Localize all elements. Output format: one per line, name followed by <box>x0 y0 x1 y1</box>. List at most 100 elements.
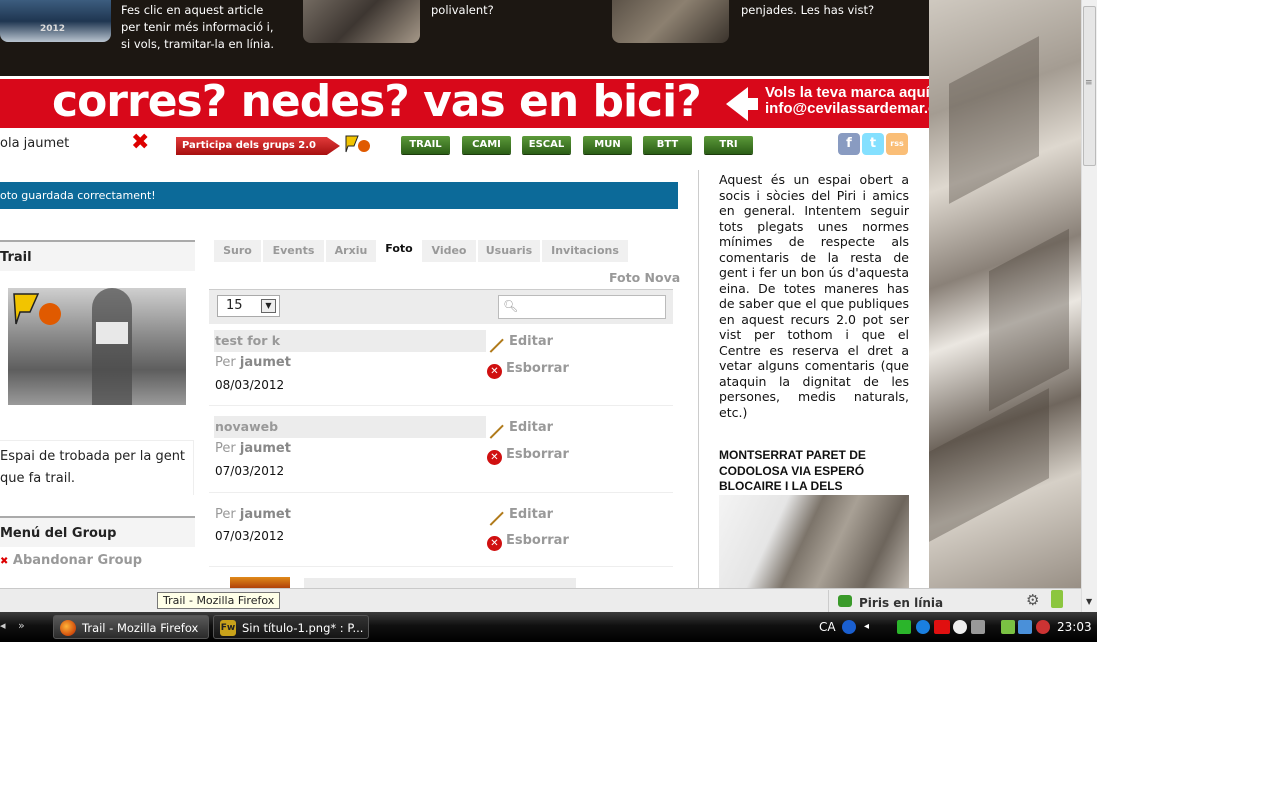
promo-image-middle[interactable] <box>303 0 420 43</box>
group-description: Espai de trobada per la gent que fa trai… <box>0 440 194 495</box>
remove-icon: ✖ <box>0 556 9 567</box>
article-image[interactable] <box>719 495 909 588</box>
firefox-icon <box>60 620 76 636</box>
page-background-image <box>929 0 1081 588</box>
taskbar-button-fireworks[interactable]: Fw Sin título-1.png* : P... <box>213 615 369 639</box>
rss-icon[interactable]: rss <box>886 133 908 155</box>
people-icon <box>838 595 852 607</box>
twitter-icon[interactable]: t <box>862 133 884 155</box>
search-input[interactable]: 🔍︎ <box>498 295 666 319</box>
photo-toolbar: 15 ▼ 🔍︎ <box>209 289 673 324</box>
photo-date: 07/03/2012 <box>215 464 285 478</box>
photo-author: Per jaumet <box>215 507 291 522</box>
window-tooltip: Trail - Mozilla Firefox <box>157 592 281 609</box>
security-icon[interactable] <box>897 620 911 634</box>
photo-title[interactable]: novaweb <box>214 416 486 438</box>
volume-muted-icon[interactable] <box>1036 620 1050 634</box>
language-indicator[interactable]: CA <box>819 612 836 642</box>
photo-date: 08/03/2012 <box>215 378 285 392</box>
ad-banner[interactable]: corres? nedes? vas en bici? Vols la teva… <box>0 76 929 128</box>
list-item <box>209 576 673 588</box>
gear-icon[interactable]: ⚙ <box>1026 591 1039 609</box>
promo-image-left[interactable]: 2012 <box>0 0 111 42</box>
group-button-cami[interactable]: CAMI <box>462 136 511 154</box>
group-nav: ola jaumet ✖ Participa dels grups 2.0 TR… <box>0 128 929 162</box>
messenger-icon[interactable] <box>953 620 967 634</box>
clock[interactable]: 23:03 <box>1057 612 1092 642</box>
tab-video[interactable]: Video <box>422 240 476 262</box>
search-icon: 🔍︎ <box>503 299 519 313</box>
piri-logo-icon <box>345 135 370 153</box>
promo-article-text[interactable]: Fes clic en aquest article per tenir més… <box>121 2 274 53</box>
photo-author: Per jaumet <box>215 355 291 370</box>
success-message: oto guardada correctament! <box>0 182 678 209</box>
system-tray: CA ◂ 23:03 <box>800 612 1097 642</box>
new-photo-link[interactable]: Foto Nova <box>609 270 680 285</box>
tray-arrow-icon[interactable]: ◂ <box>864 620 878 634</box>
delete-icon: ✕ <box>487 364 502 379</box>
chat-online-panel[interactable]: Piris en línia <box>828 590 1014 612</box>
group-name: Trail <box>0 240 195 271</box>
network-icon[interactable] <box>1018 620 1032 634</box>
web-page: 2012 Fes clic en aquest article per teni… <box>0 0 929 588</box>
photo-title[interactable]: test for k <box>214 330 486 352</box>
leave-group-link[interactable]: ✖ Abandonar Group <box>0 553 142 568</box>
photo-author: Per jaumet <box>215 441 291 456</box>
per-page-select[interactable]: 15 ▼ <box>217 295 280 317</box>
group-button-escal[interactable]: ESCAL <box>522 136 571 154</box>
facebook-icon[interactable]: f <box>838 133 860 155</box>
chevron-down-icon: ▼ <box>261 299 276 313</box>
vertical-scrollbar[interactable]: ≡ ▼ <box>1081 0 1097 612</box>
pencil-icon <box>488 510 504 526</box>
delete-button[interactable]: ✕ Esborrar <box>487 533 569 551</box>
scroll-down-icon[interactable]: ▼ <box>1086 597 1092 606</box>
banner-slogan: corres? nedes? vas en bici? <box>52 76 702 127</box>
promo-right-text[interactable]: penjades. Les has vist? <box>741 2 874 19</box>
delete-icon: ✕ <box>487 536 502 551</box>
participa-button[interactable]: Participa dels grups 2.0 <box>176 137 340 155</box>
logout-x-icon[interactable]: ✖ <box>131 130 149 155</box>
printer-icon[interactable] <box>971 620 985 634</box>
usb-icon[interactable] <box>1001 620 1015 634</box>
list-item: test for k Per jaumet 08/03/2012 Editar … <box>209 330 673 406</box>
taskbar-button-firefox[interactable]: Trail - Mozilla Firefox <box>53 615 209 639</box>
tab-invitacions[interactable]: Invitacions <box>542 240 628 262</box>
delete-button[interactable]: ✕ Esborrar <box>487 361 569 379</box>
list-item: Per jaumet 07/03/2012 Editar ✕ Esborrar <box>209 503 673 569</box>
group-button-btt[interactable]: BTT <box>643 136 692 154</box>
expand-icon[interactable]: » <box>18 619 25 632</box>
group-button-tri[interactable]: TRI <box>704 136 753 154</box>
promo-image-right[interactable] <box>612 0 729 43</box>
fireworks-icon: Fw <box>220 620 236 636</box>
photo-date: 07/03/2012 <box>215 529 285 543</box>
group-menu-title: Menú del Group <box>0 516 195 547</box>
group-button-trail[interactable]: TRAIL <box>401 136 450 154</box>
info-sidebar: Aquest és un espai obert a socis i sòcie… <box>698 170 929 588</box>
photo-title[interactable] <box>304 578 576 588</box>
group-button-mun[interactable]: MUN <box>583 136 632 154</box>
quick-launch-icon[interactable]: ◂ <box>0 619 6 632</box>
tab-suro[interactable]: Suro <box>214 240 261 262</box>
ati-icon[interactable] <box>934 620 950 634</box>
tab-events[interactable]: Events <box>263 240 324 262</box>
update-icon[interactable] <box>916 620 930 634</box>
edit-button[interactable]: Editar <box>487 507 553 526</box>
photo-thumbnail[interactable] <box>230 577 290 588</box>
pencil-icon <box>488 423 504 439</box>
user-greeting: ola jaumet <box>0 136 70 151</box>
promo-middle-text[interactable]: polivalent? <box>431 2 494 19</box>
group-rules-text: Aquest és un espai obert a socis i sòcie… <box>719 172 909 420</box>
pencil-icon <box>488 337 504 353</box>
addon-icon[interactable] <box>1051 590 1063 608</box>
group-image[interactable] <box>8 288 186 405</box>
delete-icon: ✕ <box>487 450 502 465</box>
edit-button[interactable]: Editar <box>487 334 553 353</box>
tab-foto[interactable]: Foto <box>378 240 420 262</box>
tab-arxiu[interactable]: Arxiu <box>326 240 376 262</box>
tab-usuaris[interactable]: Usuaris <box>478 240 540 262</box>
banner-cta: Vols la teva marca aquí? info@cevilassar… <box>765 84 929 117</box>
delete-button[interactable]: ✕ Esborrar <box>487 447 569 465</box>
edit-button[interactable]: Editar <box>487 420 553 439</box>
piri-logo-icon <box>13 293 61 325</box>
help-icon[interactable] <box>842 620 856 634</box>
